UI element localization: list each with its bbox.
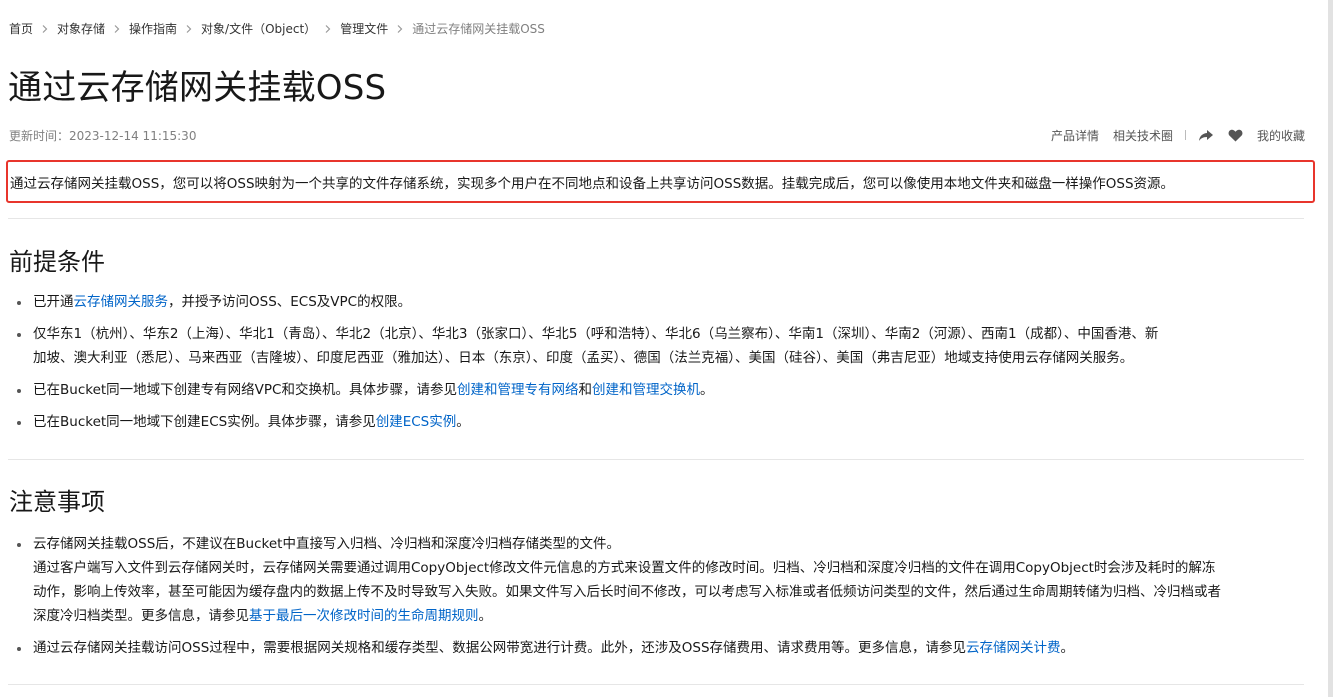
product-details-link[interactable]: 产品详情 bbox=[1051, 127, 1099, 144]
scrollbar-thumb[interactable] bbox=[1328, 0, 1333, 697]
create-vpc-link[interactable]: 创建和管理专有网络 bbox=[457, 382, 579, 398]
breadcrumb-manage-files[interactable]: 管理文件 bbox=[340, 20, 388, 37]
breadcrumb-current: 通过云存储网关挂载OSS bbox=[412, 22, 545, 36]
scrollbar[interactable] bbox=[1328, 0, 1333, 697]
breadcrumb-oss[interactable]: 对象存储 bbox=[57, 20, 105, 37]
breadcrumb-home[interactable]: 首页 bbox=[9, 20, 33, 37]
related-tech-link[interactable]: 相关技术圈 bbox=[1113, 127, 1173, 144]
section-divider bbox=[8, 218, 1304, 219]
page-actions: 产品详情 相关技术圈 我的收藏 bbox=[1051, 127, 1305, 144]
divider bbox=[1184, 130, 1186, 140]
heart-icon[interactable] bbox=[1228, 129, 1243, 142]
update-time: 更新时间：2023-12-14 11:15:30 bbox=[9, 128, 197, 143]
list-item: 已在Bucket同一地域下创建ECS实例。具体步骤，请参见创建ECS实例。 bbox=[17, 410, 1302, 434]
gateway-billing-link[interactable]: 云存储网关计费 bbox=[966, 640, 1061, 656]
create-vswitch-link[interactable]: 创建和管理交换机 bbox=[592, 382, 700, 398]
share-icon[interactable] bbox=[1198, 129, 1214, 142]
list-item: 已开通云存储网关服务，并授予访问OSS、ECS及VPC的权限。 bbox=[17, 290, 1302, 314]
meta-row: 更新时间：2023-12-14 11:15:30 产品详情 相关技术圈 我的收藏 bbox=[9, 126, 1305, 144]
chevron-right-icon bbox=[185, 24, 193, 34]
breadcrumb-object[interactable]: 对象/文件（Object） bbox=[201, 20, 316, 37]
section-divider bbox=[8, 459, 1304, 460]
list-item: 已在Bucket同一地域下创建专有网络VPC和交换机。具体步骤，请参见创建和管理… bbox=[17, 378, 1302, 402]
summary-text: 通过云存储网关挂载OSS，您可以将OSS映射为一个共享的文件存储系统，实现多个用… bbox=[10, 175, 1175, 192]
lifecycle-rule-link[interactable]: 基于最后一次修改时间的生命周期规则 bbox=[249, 608, 479, 624]
chevron-right-icon bbox=[396, 24, 404, 34]
breadcrumb-guide[interactable]: 操作指南 bbox=[129, 20, 177, 37]
list-item: 通过云存储网关挂载访问OSS过程中，需要根据网关规格和缓存类型、数据公网带宽进行… bbox=[17, 636, 1302, 660]
chevron-right-icon bbox=[41, 24, 49, 34]
favorite-link[interactable]: 我的收藏 bbox=[1257, 127, 1305, 144]
page-title: 通过云存储网关挂载OSS bbox=[8, 68, 387, 108]
chevron-right-icon bbox=[324, 24, 332, 34]
breadcrumb: 首页 对象存储 操作指南 对象/文件（Object） 管理文件 通过云存储网关挂… bbox=[9, 20, 545, 37]
section-divider bbox=[8, 684, 1304, 685]
notes-list: 云存储网关挂载OSS后，不建议在Bucket中直接写入归档、冷归档和深度冷归档存… bbox=[17, 532, 1302, 668]
prerequisites-list: 已开通云存储网关服务，并授予访问OSS、ECS及VPC的权限。 仅华东1（杭州）… bbox=[17, 290, 1302, 442]
prerequisites-heading: 前提条件 bbox=[9, 248, 105, 276]
notes-heading: 注意事项 bbox=[9, 488, 105, 516]
create-ecs-link[interactable]: 创建ECS实例 bbox=[376, 414, 457, 430]
summary-box: 通过云存储网关挂载OSS，您可以将OSS映射为一个共享的文件存储系统，实现多个用… bbox=[6, 160, 1315, 203]
list-item: 仅华东1（杭州）、华东2（上海）、华北1（青岛）、华北2（北京）、华北3（张家口… bbox=[17, 322, 1302, 370]
chevron-right-icon bbox=[113, 24, 121, 34]
gateway-service-link[interactable]: 云存储网关服务 bbox=[74, 294, 169, 310]
list-item: 云存储网关挂载OSS后，不建议在Bucket中直接写入归档、冷归档和深度冷归档存… bbox=[17, 532, 1302, 628]
